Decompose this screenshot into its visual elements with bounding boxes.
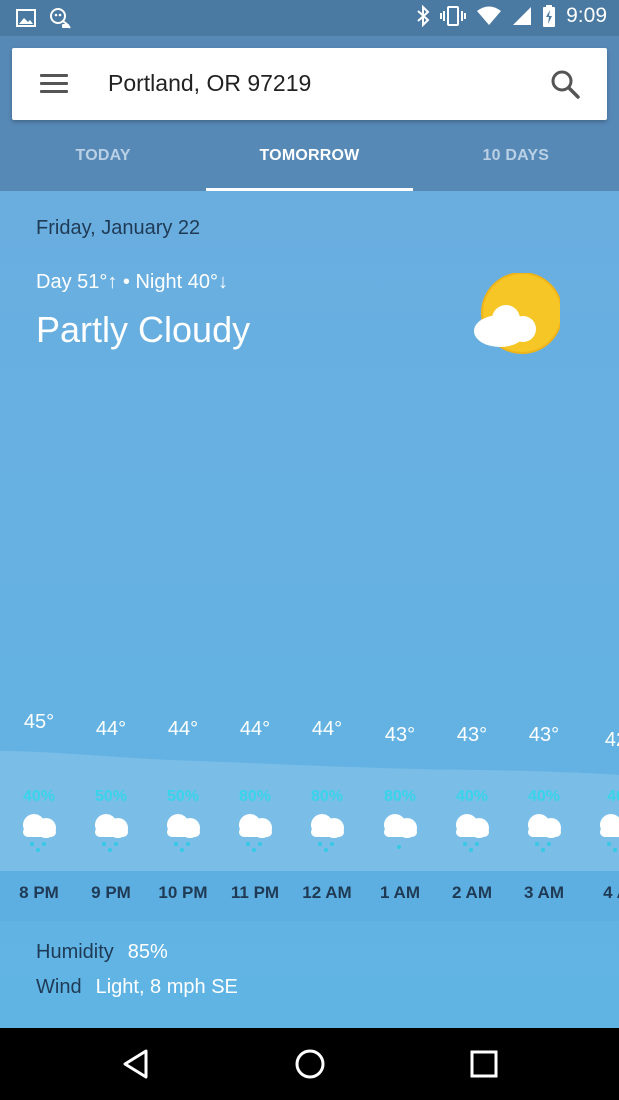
search-bar[interactable]: Portland, OR 97219 xyxy=(12,48,607,120)
status-time: 9:09 xyxy=(566,4,607,27)
hourly-temp: 44° xyxy=(311,718,343,740)
rain-cloud-icon xyxy=(239,814,272,852)
hourly-item: 44° 80% 11 PM xyxy=(219,711,291,921)
app-header: Portland, OR 97219 TODAY TOMORROW 10 DAY… xyxy=(0,36,619,191)
rain-cloud-icon xyxy=(167,814,200,852)
hourly-temp: 44° xyxy=(95,718,127,740)
tab-today[interactable]: TODAY xyxy=(0,132,206,191)
rain-cloud-icon xyxy=(528,814,561,852)
signal-icon xyxy=(513,7,532,25)
hourly-time: 1 AM xyxy=(380,883,420,902)
hourly-precip: 40% xyxy=(455,788,489,805)
hourly-time: 2 AM xyxy=(452,883,492,902)
wifi-icon xyxy=(477,6,502,25)
hourly-precip: 80% xyxy=(238,788,272,805)
tab-tomorrow[interactable]: TOMORROW xyxy=(206,132,413,191)
hourly-item: 44° 80% 12 AM xyxy=(291,711,363,921)
hourly-temp: 43° xyxy=(456,724,488,746)
partly-cloudy-icon xyxy=(474,273,560,354)
hourly-time: 3 AM xyxy=(524,883,564,902)
hourly-precip: 40 xyxy=(607,788,619,805)
hourly-item: 43° 80% 1 AM xyxy=(364,711,436,921)
hourly-precip: 80% xyxy=(383,788,417,805)
hourly-item: 43° 40% 3 AM xyxy=(508,711,580,921)
bluetooth-icon xyxy=(417,5,430,27)
forecast-panel: Friday, January 22 Day 51°↑ • Night 40°↓… xyxy=(0,191,619,1028)
system-nav-bar xyxy=(0,1028,619,1100)
hourly-precip: 40% xyxy=(22,788,56,805)
hourly-precip: 40% xyxy=(527,788,561,805)
hourly-time: 12 AM xyxy=(302,883,352,902)
back-icon[interactable] xyxy=(118,1046,154,1082)
hourly-temp: 42 xyxy=(604,729,619,751)
hourly-time: 10 PM xyxy=(158,883,208,902)
hourly-time: 9 PM xyxy=(91,883,131,902)
humidity-row: Humidity 85% xyxy=(36,941,238,976)
hourly-item: 42 40 4 A xyxy=(580,711,619,921)
rain-cloud-icon xyxy=(95,814,128,852)
rain-cloud-icon xyxy=(456,814,489,852)
forecast-condition: Partly Cloudy xyxy=(36,309,251,350)
humidity-value: 85% xyxy=(127,941,168,963)
hourly-time: 4 A xyxy=(603,883,619,902)
hourly-item: 44° 50% 10 PM xyxy=(147,711,219,921)
rain-cloud-icon xyxy=(600,814,619,852)
hourly-item: 44° 50% 9 PM xyxy=(75,711,147,921)
assistant-icon xyxy=(50,8,71,29)
search-location-text[interactable]: Portland, OR 97219 xyxy=(108,70,311,97)
hourly-forecast[interactable]: 45° 40% 8 PM 44° 50% 9 PM 44° 50% 10 PM 44° 80% 11 … xyxy=(0,711,619,921)
wind-value: Light, 8 mph SE xyxy=(95,976,238,998)
hourly-precip: 80% xyxy=(310,788,344,805)
hourly-item: 45° 40% 8 PM xyxy=(3,711,75,921)
tab-10-days[interactable]: 10 DAYS xyxy=(413,132,619,191)
menu-icon[interactable] xyxy=(40,74,68,94)
wind-row: Wind Light, 8 mph SE xyxy=(36,976,238,1011)
hourly-time: 11 PM xyxy=(230,883,280,902)
tab-bar: TODAY TOMORROW 10 DAYS xyxy=(0,132,619,191)
recents-icon[interactable] xyxy=(466,1046,502,1082)
hourly-temp: 44° xyxy=(239,718,271,740)
hourly-temp: 43° xyxy=(384,724,416,746)
search-icon[interactable] xyxy=(547,66,583,102)
hourly-temp: 43° xyxy=(528,724,560,746)
hourly-precip: 50% xyxy=(94,788,128,805)
rain-cloud-icon xyxy=(311,814,344,852)
battery-icon xyxy=(543,5,556,27)
weather-details: Humidity 85% Wind Light, 8 mph SE xyxy=(36,941,238,1011)
hourly-temp: 45° xyxy=(23,711,55,733)
home-icon[interactable] xyxy=(292,1046,328,1082)
forecast-date: Friday, January 22 xyxy=(36,217,201,239)
vibrate-icon xyxy=(440,6,467,26)
hourly-temp: 44° xyxy=(167,718,199,740)
humidity-label: Humidity xyxy=(36,941,114,963)
light-rain-cloud-icon xyxy=(384,814,417,849)
rain-cloud-icon xyxy=(23,814,56,852)
day-night-temps: Day 51°↑ • Night 40°↓ xyxy=(36,271,228,293)
hourly-time: 8 PM xyxy=(19,883,59,902)
status-bar: 9:09 xyxy=(0,0,619,36)
wind-label: Wind xyxy=(36,976,82,998)
image-icon xyxy=(16,9,36,27)
hourly-item: 43° 40% 2 AM xyxy=(436,711,508,921)
hourly-precip: 50% xyxy=(166,788,200,805)
